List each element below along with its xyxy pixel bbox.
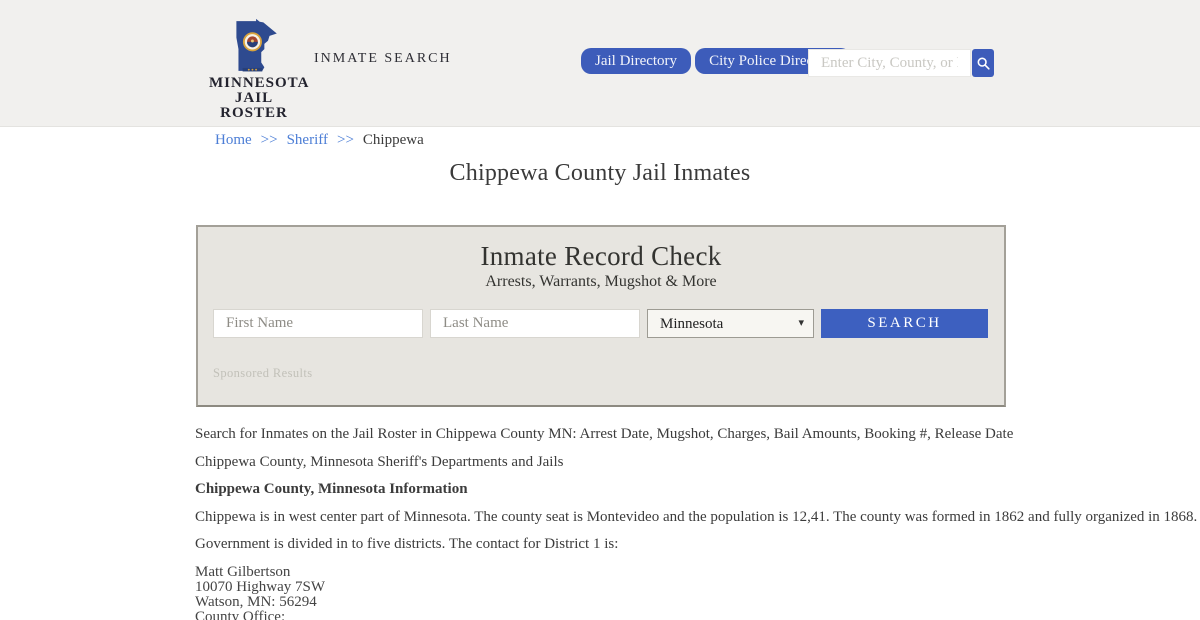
record-search-button[interactable]: SEARCH [821, 309, 988, 338]
header: MINNESOTA JAIL ROSTER INMATE SEARCH Jail… [0, 0, 1200, 127]
intro-text: Search for Inmates on the Jail Roster in… [195, 427, 1007, 442]
record-check-form: Minnesota ▾ SEARCH [213, 309, 988, 338]
county-info-text: Chippewa is in west center part of Minne… [195, 510, 1007, 525]
breadcrumb-separator: >> [337, 132, 354, 148]
facility-search-input[interactable] [808, 49, 971, 77]
contact-name: Matt Gilbertson [195, 565, 1007, 580]
inmate-search-label: INMATE SEARCH [314, 51, 452, 67]
inmate-record-check-panel: Inmate Record Check Arrests, Warrants, M… [196, 225, 1006, 407]
breadcrumb: Home >> Sheriff >> Chippewa [215, 132, 433, 149]
record-check-title: Inmate Record Check [198, 241, 1004, 272]
state-select[interactable]: Minnesota [647, 309, 814, 338]
contact-street: 10070 Highway 7SW [195, 580, 1007, 595]
record-check-subtitle: Arrests, Warrants, Mugshot & More [198, 273, 1004, 291]
minnesota-state-icon [229, 18, 279, 76]
departments-text: Chippewa County, Minnesota Sheriff's Dep… [195, 455, 1007, 470]
district-contact-address: Matt Gilbertson 10070 Highway 7SW Watson… [195, 565, 1007, 620]
page-title: Chippewa County Jail Inmates [0, 160, 1200, 187]
first-name-input[interactable] [213, 309, 423, 338]
breadcrumb-current: Chippewa [363, 132, 424, 148]
breadcrumb-sheriff-link[interactable]: Sheriff [287, 132, 328, 148]
page: MINNESOTA JAIL ROSTER INMATE SEARCH Jail… [0, 0, 1200, 620]
contact-office: County Office: [195, 610, 1007, 620]
facility-search [808, 49, 994, 77]
main-content: Search for Inmates on the Jail Roster in… [195, 427, 1007, 620]
jail-directory-button[interactable]: Jail Directory [581, 48, 691, 74]
government-text: Government is divided in to five distric… [195, 537, 1007, 552]
search-icon [976, 56, 991, 71]
last-name-input[interactable] [430, 309, 640, 338]
breadcrumb-home-link[interactable]: Home [215, 132, 252, 148]
info-heading: Chippewa County, Minnesota Information [195, 482, 1007, 497]
logo-text-line2: JAIL ROSTER [209, 91, 299, 121]
contact-city: Watson, MN: 56294 [195, 595, 1007, 610]
breadcrumb-separator: >> [261, 132, 278, 148]
state-select-wrap: Minnesota ▾ [647, 309, 814, 338]
logo-text-line1: MINNESOTA [209, 76, 299, 91]
sponsored-results-label: Sponsored Results [213, 366, 313, 381]
facility-search-button[interactable] [972, 49, 994, 77]
site-logo[interactable]: MINNESOTA JAIL ROSTER [209, 18, 299, 121]
